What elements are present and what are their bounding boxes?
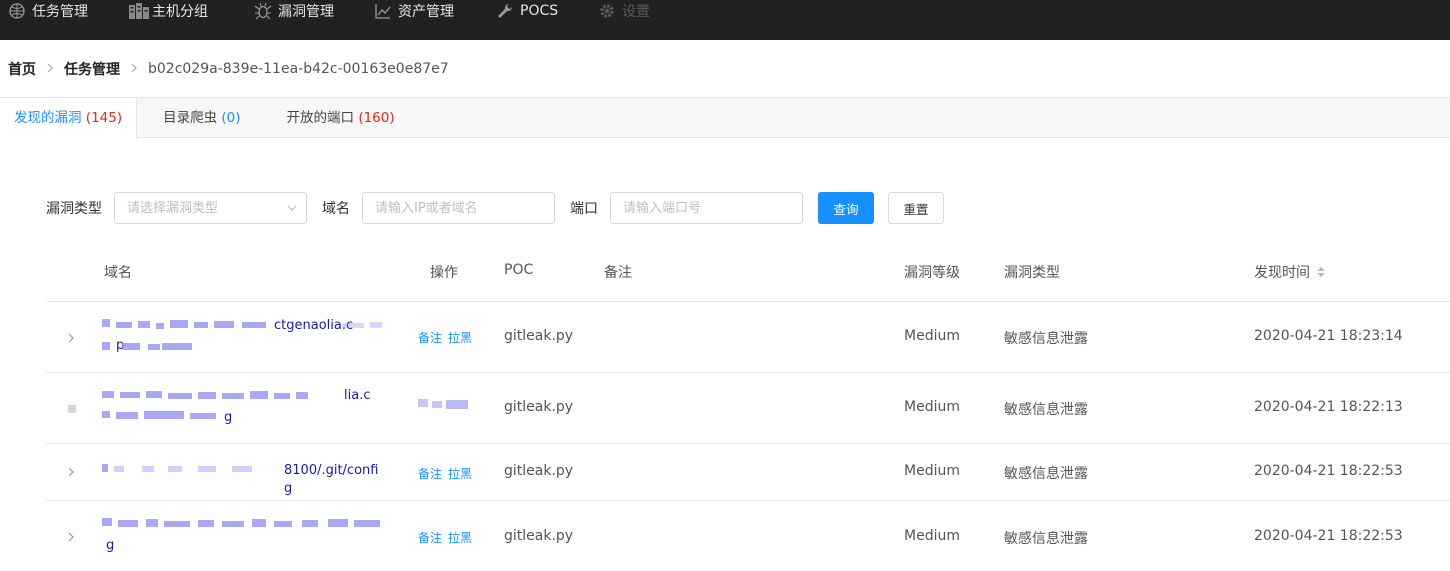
time-cell: 2020-04-21 18:22:53	[1254, 463, 1403, 479]
query-button[interactable]: 查询	[818, 192, 874, 224]
sort-icon[interactable]	[1316, 266, 1326, 278]
nav-label: 漏洞管理	[278, 4, 334, 20]
type-cell: 敏感信息泄露	[1004, 466, 1088, 482]
wrench-icon	[496, 2, 514, 20]
column-header-time[interactable]: 发现时间	[1254, 262, 1326, 282]
table-row: ctgenaolia.c p 备注 拉黑 gitleak.py Medium 敏感…	[46, 302, 1450, 373]
globe-icon	[8, 2, 26, 20]
level-cell: Medium	[904, 328, 960, 344]
blacklist-link[interactable]: 拉黑	[448, 531, 472, 545]
bug-icon	[254, 2, 272, 20]
tab-dir-crawler[interactable]: 目录爬虫 (0)	[137, 98, 260, 138]
column-header-time-label: 发现时间	[1254, 265, 1310, 281]
chevron-right-icon[interactable]	[66, 466, 78, 478]
port-label: 端口	[570, 201, 598, 217]
nav-item-pocs[interactable]: POCS	[496, 0, 558, 22]
tab-label: 开放的端口	[286, 110, 355, 126]
nav-item-vulns[interactable]: 漏洞管理	[254, 0, 334, 22]
redacted-mosaic	[102, 316, 384, 356]
tab-open-ports[interactable]: 开放的端口 (160)	[261, 98, 415, 138]
breadcrumb-home[interactable]: 首页	[8, 59, 36, 79]
poc-cell: gitleak.py	[504, 528, 574, 544]
poc-cell: gitleak.py	[504, 328, 574, 344]
tab-vulns[interactable]: 发现的漏洞 (145)	[0, 98, 138, 139]
column-header-action: 操作	[430, 265, 458, 281]
tab-count: (0)	[221, 110, 241, 126]
level-cell: Medium	[904, 463, 960, 479]
type-cell: 敏感信息泄露	[1004, 402, 1088, 418]
nav-label: 主机分组	[152, 4, 208, 20]
tab-label: 发现的漏洞	[14, 110, 82, 126]
action-cell: 备注 拉黑	[418, 329, 478, 346]
table-row: 8100/.git/config 备注 拉黑 gitleak.py Medium …	[46, 444, 1450, 501]
time-cell: 2020-04-21 18:22:53	[1254, 528, 1403, 544]
column-header-domain: 域名	[104, 265, 132, 281]
chevron-right-icon	[46, 62, 54, 76]
redacted-mosaic	[418, 397, 478, 411]
note-link[interactable]: 备注	[418, 331, 442, 345]
chevron-right-icon	[130, 62, 138, 76]
nav-label: 设置	[622, 4, 650, 20]
nav-label: 任务管理	[32, 4, 88, 20]
vuln-type-input[interactable]	[114, 192, 307, 224]
column-header-level: 漏洞等级	[904, 265, 960, 281]
column-header-poc: POC	[504, 262, 534, 278]
server-icon	[128, 2, 149, 20]
blacklist-link[interactable]: 拉黑	[448, 331, 472, 345]
domain-partial: g	[106, 538, 115, 553]
time-cell: 2020-04-21 18:22:13	[1254, 399, 1403, 415]
vuln-table: 域名 操作 POC 备注 漏洞等级 漏洞类型 发现时间 ctgenaolia.c…	[46, 240, 1450, 571]
nav-label: POCS	[520, 3, 559, 19]
breadcrumb: 首页 任务管理 b02c029a-839e-11ea-b42c-00163e0e…	[8, 58, 449, 80]
poc-cell: gitleak.py	[504, 399, 574, 415]
breadcrumb-section[interactable]: 任务管理	[64, 59, 120, 79]
action-cell: 备注 拉黑	[418, 465, 478, 482]
domain-partial: 8100/.git/config	[284, 463, 379, 496]
note-link[interactable]: 备注	[418, 531, 442, 545]
level-cell: Medium	[904, 399, 960, 415]
tab-label: 目录爬虫	[163, 110, 218, 126]
tab-count: (145)	[85, 110, 123, 126]
nav-item-settings[interactable]: 设置	[598, 0, 650, 22]
table-row: g 备注 拉黑 gitleak.py Medium 敏感信息泄露 2020-04-…	[46, 501, 1450, 571]
nav-item-tasks[interactable]: 任务管理	[8, 0, 88, 22]
redacted-mosaic	[102, 515, 384, 535]
expand-placeholder-icon	[68, 405, 76, 413]
filter-bar: 漏洞类型 域名 端口 查询 重置	[46, 192, 944, 224]
chevron-down-icon	[287, 201, 297, 211]
chevron-right-icon[interactable]	[66, 531, 78, 543]
nav-item-assets[interactable]: 资产管理	[374, 0, 454, 22]
type-cell: 敏感信息泄露	[1004, 531, 1088, 547]
chart-icon	[374, 2, 392, 20]
poc-cell: gitleak.py	[504, 463, 574, 479]
time-cell: 2020-04-21 18:23:14	[1254, 328, 1403, 344]
reset-button[interactable]: 重置	[888, 192, 944, 224]
domain-partial: lia.c	[344, 388, 371, 403]
domain-label: 域名	[322, 201, 350, 217]
nav-item-host-groups[interactable]: 主机分组	[128, 0, 208, 22]
column-header-note: 备注	[604, 265, 632, 281]
chevron-right-icon[interactable]	[66, 332, 78, 344]
vuln-type-label: 漏洞类型	[46, 201, 102, 217]
blacklist-link[interactable]: 拉黑	[448, 467, 472, 481]
port-input[interactable]	[610, 192, 803, 224]
top-navbar: 任务管理 主机分组 漏洞管理 资产管理 POCS 设置	[0, 0, 1450, 40]
tab-count: (160)	[358, 110, 395, 126]
table-row: lia.c g gitleak.py Medium 敏感信息泄露 2020-04…	[46, 373, 1450, 444]
redacted-mosaic	[102, 387, 342, 427]
tab-bar: 发现的漏洞 (145) 目录爬虫 (0) 开放的端口 (160)	[0, 98, 1450, 139]
table-header: 域名 操作 POC 备注 漏洞等级 漏洞类型 发现时间	[46, 240, 1450, 302]
action-cell: 备注 拉黑	[418, 529, 478, 546]
note-link[interactable]: 备注	[418, 467, 442, 481]
redacted-mosaic	[102, 460, 282, 476]
domain-input[interactable]	[362, 192, 555, 224]
gear-icon	[598, 2, 616, 20]
type-cell: 敏感信息泄露	[1004, 331, 1088, 347]
vuln-type-select[interactable]	[114, 192, 307, 224]
level-cell: Medium	[904, 528, 960, 544]
nav-label: 资产管理	[398, 4, 454, 20]
column-header-type: 漏洞类型	[1004, 265, 1060, 281]
breadcrumb-current: b02c029a-839e-11ea-b42c-00163e0e87e7	[148, 61, 449, 77]
